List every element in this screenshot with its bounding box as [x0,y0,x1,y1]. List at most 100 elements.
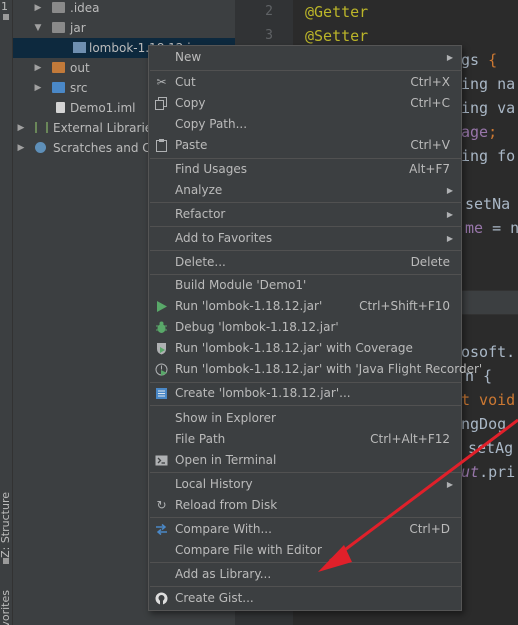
menu-shortcut: Ctrl+Alt+F12 [370,432,450,446]
menu-item-analyze[interactable]: Analyze ▶ [149,180,461,201]
menu-separator [150,405,462,406]
menu-item-create-gist[interactable]: Create Gist... [149,588,461,609]
menu-item-show-in-explorer[interactable]: Show in Explorer [149,408,461,429]
submenu-arrow-icon: ▶ [446,53,453,62]
tree-item-label: src [70,81,88,95]
copy-icon [155,97,168,110]
cut-icon: ✂ [156,75,167,89]
code-line: setNa [465,195,510,213]
menu-item-copy-path[interactable]: Copy Path... [149,114,461,135]
menu-item-reload-from-disk[interactable]: ↻ Reload from Disk [149,495,461,516]
menu-item-build-module[interactable]: Build Module 'Demo1' [149,275,461,296]
menu-item-run[interactable]: Run 'lombok-1.18.12.jar' Ctrl+Shift+F10 [149,296,461,317]
menu-item-refactor[interactable]: Refactor ▶ [149,204,461,225]
menu-item-label: Show in Explorer [175,411,276,425]
menu-item-delete[interactable]: Delete... Delete [149,252,461,273]
menu-separator [150,202,462,203]
menu-item-label: Refactor [175,207,226,221]
menu-item-label: New [175,50,202,64]
menu-separator [150,586,462,587]
code-token: ; [488,123,498,141]
code-token: .pri [479,463,516,481]
code-line: @Setter [305,27,368,45]
menu-item-cut[interactable]: ✂ Cut Ctrl+X [149,72,461,93]
config-icon [155,387,168,400]
expand-arrow-icon[interactable]: ▶ [33,58,43,78]
menu-item-find-usages[interactable]: Find Usages Alt+F7 [149,159,461,180]
favorites-tool-button[interactable]: vorites [0,590,12,625]
menu-item-label: Add to Favorites [175,231,273,245]
collapse-arrow-icon[interactable]: ▼ [33,18,43,38]
menu-item-label: Run 'lombok-1.18.12.jar' [175,299,323,313]
menu-separator [150,562,462,563]
menu-item-add-as-library[interactable]: Add as Library... [149,564,461,585]
menu-item-label: Reload from Disk [175,498,278,512]
menu-item-create-config[interactable]: Create 'lombok-1.18.12.jar'... [149,383,461,404]
structure-tool-button[interactable]: Z: Structure [0,492,12,558]
code-line: ing na [461,75,515,93]
expand-arrow-icon[interactable]: ▶ [33,78,43,98]
structure-tool-icon[interactable] [3,558,9,564]
expand-arrow-icon[interactable]: ▶ [16,138,26,158]
menu-item-run-with-jfr[interactable]: Run 'lombok-1.18.12.jar' with 'Java Flig… [149,359,482,380]
scratches-icon [35,142,46,153]
menu-item-label: Run 'lombok-1.18.12.jar' with Coverage [175,341,413,355]
menu-item-open-in-terminal[interactable]: Open in Terminal [149,450,461,471]
code-token: ing va [461,99,516,117]
menu-shortcut: Delete [410,255,450,269]
menu-shortcut: Ctrl+Shift+F10 [359,299,450,313]
expand-arrow-icon[interactable]: ▶ [33,0,43,18]
menu-item-label: Paste [175,138,208,152]
code-token: me [465,219,484,237]
code-line: t void [461,391,515,409]
menu-item-debug[interactable]: Debug 'lombok-1.18.12.jar' [149,317,461,338]
line-number: 3 [265,28,273,43]
github-icon [155,592,168,605]
tree-item-idea[interactable]: ▶ .idea [13,0,235,18]
menu-item-paste[interactable]: Paste Ctrl+V [149,135,461,156]
menu-item-compare-with[interactable]: Compare With... Ctrl+D [149,519,461,540]
menu-item-local-history[interactable]: Local History ▶ [149,474,461,495]
project-tool-number[interactable]: 1 [1,0,8,13]
menu-item-compare-file-with-editor[interactable]: Compare File with Editor [149,540,461,561]
run-icon [155,300,168,313]
menu-item-add-to-favorites[interactable]: Add to Favorites ▶ [149,228,461,249]
code-line: gs { [461,51,497,69]
code-token: @Getter [305,3,369,21]
menu-item-label: Compare File with Editor [175,543,322,557]
code-token: @Setter [305,27,369,45]
file-icon [56,102,65,113]
menu-item-label: Copy [175,96,206,110]
menu-item-run-with-coverage[interactable]: Run 'lombok-1.18.12.jar' with Coverage [149,338,461,359]
expand-arrow-icon[interactable]: ▶ [16,118,26,138]
code-token: setAg [468,439,514,457]
code-token: age [461,123,489,141]
code-token: ing na [461,75,516,93]
code-line: setAg [468,439,513,457]
menu-item-copy[interactable]: Copy Ctrl+C [149,93,461,114]
menu-shortcut: Alt+F7 [409,162,450,176]
menu-separator [150,472,462,473]
tree-item-jar[interactable]: ▼ jar [13,18,235,38]
reload-icon: ↻ [156,498,167,512]
menu-item-label: Add as Library... [175,567,272,581]
project-tool-icon[interactable] [3,14,9,20]
menu-item-label: Analyze [175,183,223,197]
submenu-arrow-icon: ▶ [446,234,453,243]
folder-icon [52,22,65,33]
menu-item-file-path[interactable]: File Path Ctrl+Alt+F12 [149,429,461,450]
paste-icon [155,139,168,152]
menu-shortcut: Ctrl+X [410,75,450,89]
menu-item-label: Run 'lombok-1.18.12.jar' with 'Java Flig… [175,362,483,376]
tree-item-label: External Libraries [53,121,159,135]
folder-icon [52,2,65,13]
menu-item-new[interactable]: New ▶ [149,47,461,68]
menu-item-label: Open in Terminal [175,453,277,467]
menu-item-label: Debug 'lombok-1.18.12.jar' [175,320,339,334]
menu-item-label: Cut [175,75,196,89]
tree-item-label: jar [70,21,86,35]
library-icon [35,122,48,133]
tree-item-label: Demo1.iml [70,101,136,115]
terminal-icon [155,454,168,467]
code-line: @Getter [305,3,368,21]
